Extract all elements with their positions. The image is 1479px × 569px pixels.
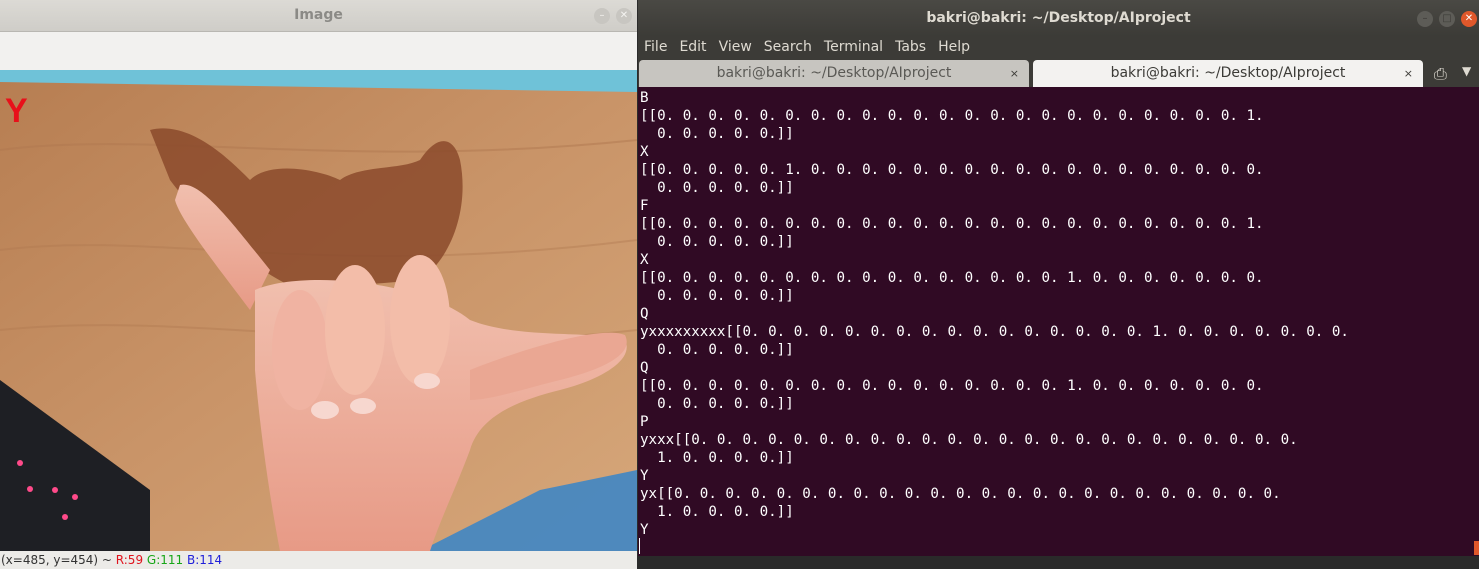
terminal-line: 0. 0. 0. 0. 0.]] [640, 342, 794, 358]
terminal-line: Q [640, 360, 649, 376]
menu-view[interactable]: View [719, 39, 752, 55]
pixel-status-bar: (x=485, y=454) ~ R:59 G:111 B:114 [0, 551, 637, 569]
status-blue: B:114 [186, 553, 223, 567]
terminal-line: 0. 0. 0. 0. 0.]] [640, 180, 794, 196]
terminal-tab-2[interactable]: bakri@bakri: ~/Desktop/AIproject × [1033, 60, 1423, 87]
terminal-line: X [640, 144, 649, 160]
terminal-line: Y [640, 468, 649, 484]
scrollbar-indicator[interactable] [1474, 541, 1479, 555]
close-icon[interactable]: ✕ [616, 8, 632, 24]
image-window: Image – ✕ Y (x=485, y=454) ~ R:59 G:111 … [0, 0, 637, 569]
terminal-line: [[0. 0. 0. 0. 0. 1. 0. 0. 0. 0. 0. 0. 0.… [640, 162, 1264, 178]
terminal-line: 1. 0. 0. 0. 0.]] [640, 504, 794, 520]
terminal-window: bakri@bakri: ~/Desktop/AIproject – □ ✕ F… [638, 0, 1479, 569]
terminal-line: F [640, 198, 649, 214]
close-icon[interactable]: ✕ [1461, 11, 1477, 27]
terminal-line: 0. 0. 0. 0. 0.]] [640, 288, 794, 304]
minimize-icon[interactable]: – [1417, 11, 1433, 27]
terminal-line: yx[[0. 0. 0. 0. 0. 0. 0. 0. 0. 0. 0. 0. … [640, 486, 1281, 502]
terminal-output: B [[0. 0. 0. 0. 0. 0. 0. 0. 0. 0. 0. 0. 0… [640, 89, 1479, 539]
terminal-line: Q [640, 306, 649, 322]
status-green: G:111 [146, 553, 184, 567]
tab-label: bakri@bakri: ~/Desktop/AIproject [1110, 65, 1346, 81]
new-tab-icon[interactable]: ⎙ [1434, 64, 1447, 84]
chevron-down-icon[interactable]: ▼ [1462, 64, 1471, 78]
terminal-line: 0. 0. 0. 0. 0.]] [640, 396, 794, 412]
tab-close-icon[interactable]: × [1010, 60, 1019, 87]
terminal-line: [[0. 0. 0. 0. 0. 0. 0. 0. 0. 0. 0. 0. 0.… [640, 270, 1264, 286]
image-toolbar [0, 32, 637, 70]
terminal-line: Y [640, 522, 649, 538]
terminal-bottom-edge [638, 556, 1479, 569]
menu-edit[interactable]: Edit [679, 39, 706, 55]
tab-close-icon[interactable]: × [1404, 60, 1413, 87]
terminal-line: 1. 0. 0. 0. 0.]] [640, 450, 794, 466]
status-coords: (x=485, y=454) ~ [1, 553, 116, 567]
terminal-line: X [640, 252, 649, 268]
camera-frame[interactable]: Y [0, 70, 637, 551]
terminal-output-area[interactable]: B [[0. 0. 0. 0. 0. 0. 0. 0. 0. 0. 0. 0. 0… [638, 87, 1479, 556]
terminal-line: P [640, 414, 649, 430]
terminal-line: [[0. 0. 0. 0. 0. 0. 0. 0. 0. 0. 0. 0. 0.… [640, 108, 1264, 124]
image-window-title: Image [294, 7, 343, 23]
terminal-title: bakri@bakri: ~/Desktop/AIproject [926, 10, 1191, 26]
menu-file[interactable]: File [644, 39, 667, 55]
terminal-line: yxxx[[0. 0. 0. 0. 0. 0. 0. 0. 0. 0. 0. 0… [640, 432, 1298, 448]
terminal-line: yxxxxxxxxx[[0. 0. 0. 0. 0. 0. 0. 0. 0. 0… [640, 324, 1349, 340]
terminal-cursor [639, 538, 640, 554]
terminal-line: [[0. 0. 0. 0. 0. 0. 0. 0. 0. 0. 0. 0. 0.… [640, 378, 1264, 394]
terminal-menubar: File Edit View Search Terminal Tabs Help [638, 36, 1479, 58]
terminal-tabbar: bakri@bakri: ~/Desktop/AIproject × bakri… [638, 58, 1479, 87]
image-window-titlebar[interactable]: Image – ✕ [0, 0, 637, 32]
terminal-line: 0. 0. 0. 0. 0.]] [640, 126, 794, 142]
terminal-line: B [640, 90, 649, 106]
menu-search[interactable]: Search [764, 39, 812, 55]
terminal-line: [[0. 0. 0. 0. 0. 0. 0. 0. 0. 0. 0. 0. 0.… [640, 216, 1264, 232]
menu-help[interactable]: Help [938, 39, 970, 55]
maximize-icon[interactable]: □ [1439, 11, 1455, 27]
terminal-line: 0. 0. 0. 0. 0.]] [640, 234, 794, 250]
minimize-icon[interactable]: – [594, 8, 610, 24]
terminal-titlebar[interactable]: bakri@bakri: ~/Desktop/AIproject – □ ✕ [638, 0, 1479, 36]
status-red: R:59 [115, 553, 144, 567]
terminal-tab-1[interactable]: bakri@bakri: ~/Desktop/AIproject × [639, 60, 1029, 87]
menu-tabs[interactable]: Tabs [895, 39, 926, 55]
menu-terminal[interactable]: Terminal [824, 39, 883, 55]
tab-label: bakri@bakri: ~/Desktop/AIproject [716, 65, 952, 81]
prediction-overlay-letter: Y [5, 92, 28, 130]
